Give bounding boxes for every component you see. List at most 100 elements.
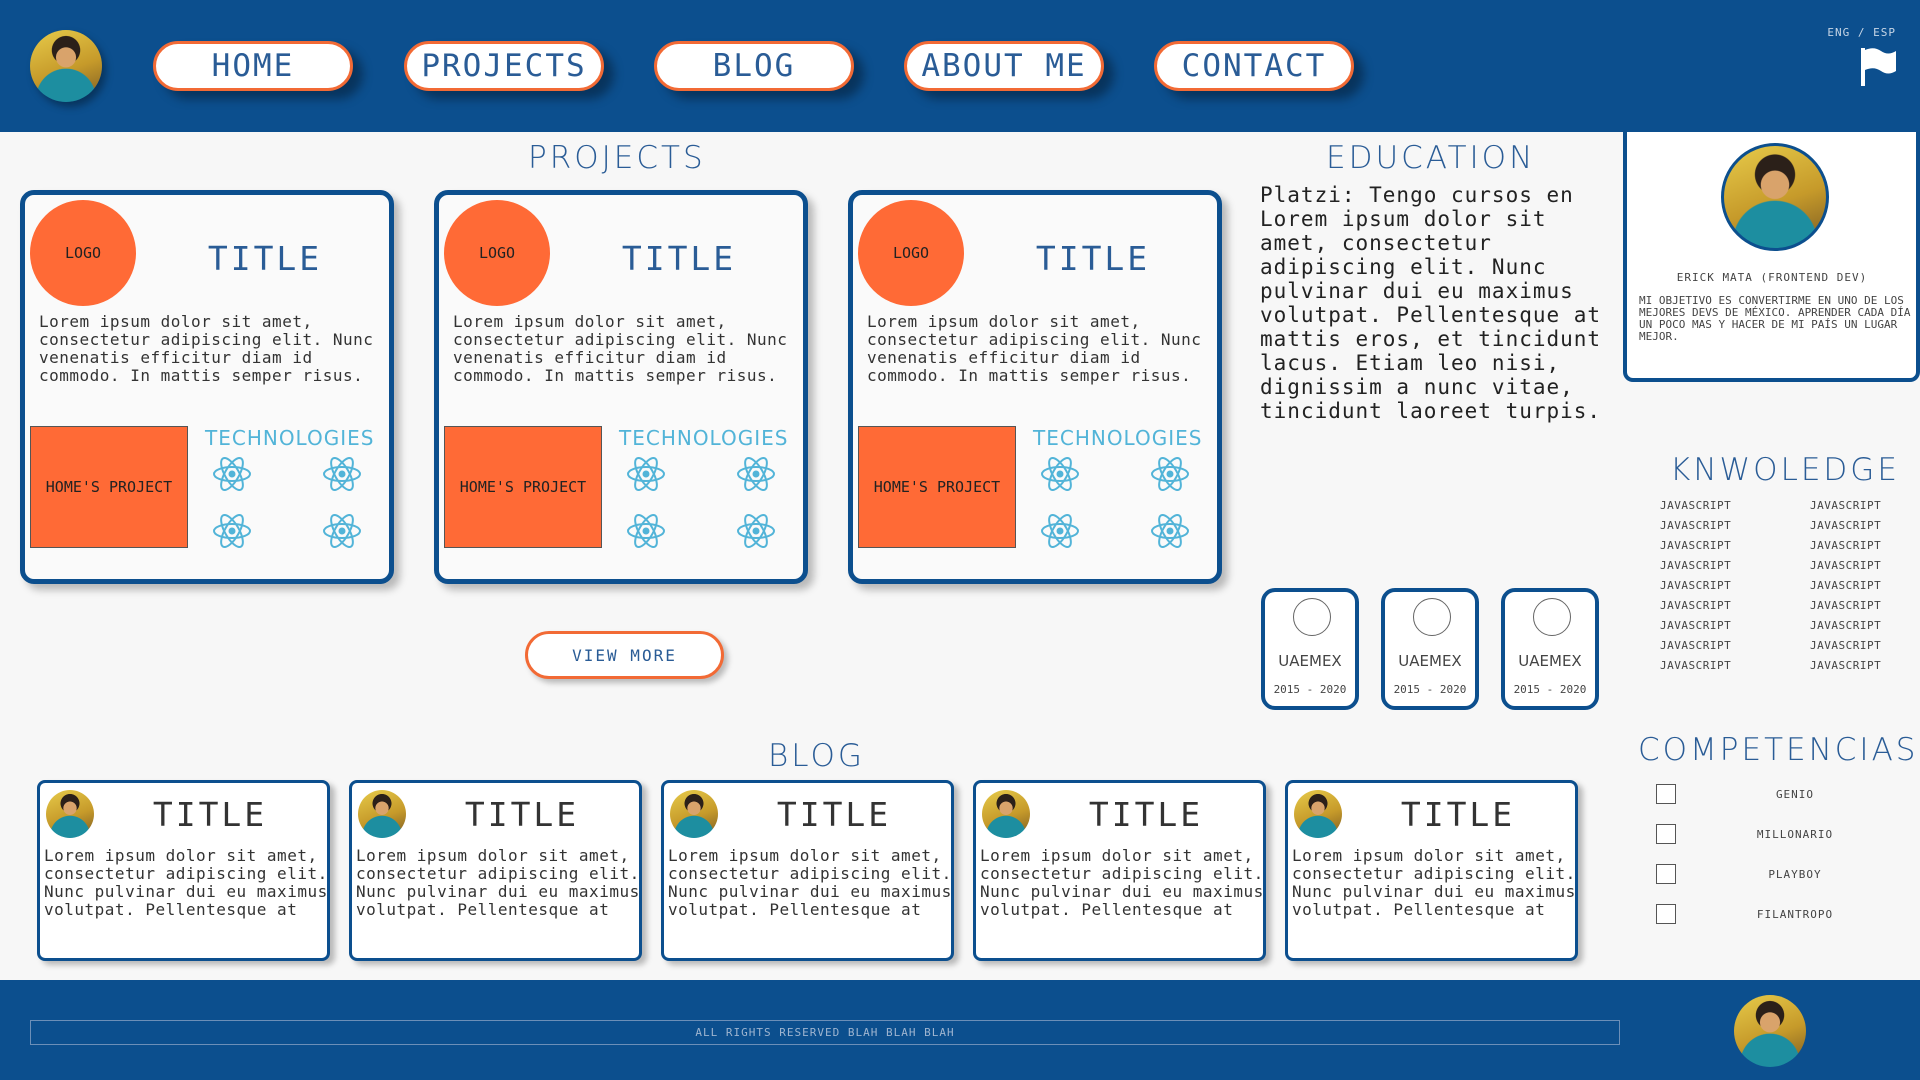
language-switch[interactable]: ENG / ESP xyxy=(1827,26,1896,39)
blog-excerpt: Lorem ipsum dolor sit amet, consectetur … xyxy=(356,846,640,919)
blog-author-avatar xyxy=(358,790,406,838)
knowledge-item: JAVASCRIPT xyxy=(1660,499,1732,512)
top-nav-bar: HOME PROJECTS BLOG ABOUT ME CONTACT ENG … xyxy=(0,0,1920,132)
education-card[interactable]: UAEMEX 2015 - 2020 xyxy=(1501,588,1599,710)
knowledge-item: JAVASCRIPT xyxy=(1660,539,1732,552)
blog-excerpt: Lorem ipsum dolor sit amet, consectetur … xyxy=(1292,846,1576,919)
education-institution: UAEMEX xyxy=(1518,652,1582,670)
education-years: 2015 - 2020 xyxy=(1513,683,1587,696)
blog-title: TITLE xyxy=(1400,795,1516,834)
footer-avatar[interactable] xyxy=(1734,995,1806,1067)
project-image[interactable]: HOME'S PROJECT xyxy=(30,426,188,548)
knowledge-item: JAVASCRIPT xyxy=(1810,579,1882,592)
blog-title: TITLE xyxy=(1088,795,1204,834)
blog-card[interactable]: TITLE Lorem ipsum dolor sit amet, consec… xyxy=(973,780,1266,961)
knowledge-item: JAVASCRIPT xyxy=(1660,659,1732,672)
education-card[interactable]: UAEMEX 2015 - 2020 xyxy=(1261,588,1359,710)
project-title: TITLE xyxy=(621,239,737,278)
education-logo-placeholder xyxy=(1413,598,1451,636)
react-icon xyxy=(1150,513,1190,549)
competencia-checkbox[interactable] xyxy=(1656,904,1676,924)
blog-card[interactable]: TITLE Lorem ipsum dolor sit amet, consec… xyxy=(349,780,642,961)
competencia-checkbox[interactable] xyxy=(1656,824,1676,844)
view-more-button[interactable]: VIEW MORE xyxy=(525,631,724,679)
react-icon xyxy=(1150,456,1190,492)
blog-excerpt: Lorem ipsum dolor sit amet, consectetur … xyxy=(668,846,952,919)
knowledge-item: JAVASCRIPT xyxy=(1810,619,1882,632)
technologies-label: TECHNOLOGIES xyxy=(619,426,789,450)
profile-name: ERICK MATA (FRONTEND DEV) xyxy=(1676,271,1868,284)
competencia-label: PLAYBOY xyxy=(1768,868,1822,881)
project-card[interactable]: LOGO TITLE Lorem ipsum dolor sit amet, c… xyxy=(20,190,394,584)
knowledge-item: JAVASCRIPT xyxy=(1660,599,1732,612)
knowledge-item: JAVASCRIPT xyxy=(1660,619,1732,632)
profile-avatar xyxy=(1721,143,1829,251)
blog-card[interactable]: TITLE Lorem ipsum dolor sit amet, consec… xyxy=(1285,780,1578,961)
education-institution: UAEMEX xyxy=(1278,652,1342,670)
knowledge-item: JAVASCRIPT xyxy=(1810,539,1882,552)
knowledge-item: JAVASCRIPT xyxy=(1660,519,1732,532)
project-description: Lorem ipsum dolor sit amet, consectetur … xyxy=(39,312,374,385)
project-logo: LOGO xyxy=(30,200,136,306)
projects-section-title: PROJECTS xyxy=(528,140,706,176)
project-image[interactable]: HOME'S PROJECT xyxy=(858,426,1016,548)
blog-card[interactable]: TITLE Lorem ipsum dolor sit amet, consec… xyxy=(37,780,330,961)
education-logo-placeholder xyxy=(1293,598,1331,636)
blog-author-avatar xyxy=(982,790,1030,838)
blog-title: TITLE xyxy=(152,795,268,834)
blog-author-avatar xyxy=(670,790,718,838)
competencia-checkbox[interactable] xyxy=(1656,784,1676,804)
education-text: Platzi: Tengo cursos en Lorem ipsum dolo… xyxy=(1260,183,1602,423)
competencias-section-title: COMPETENCIAS xyxy=(1638,732,1919,768)
knowledge-item: JAVASCRIPT xyxy=(1810,559,1882,572)
react-icon xyxy=(626,513,666,549)
blog-title: TITLE xyxy=(464,795,580,834)
education-card[interactable]: UAEMEX 2015 - 2020 xyxy=(1381,588,1479,710)
footer-copyright: ALL RIGHTS RESERVED BLAH BLAH BLAH xyxy=(30,1020,1620,1045)
react-icon xyxy=(322,456,362,492)
blog-card[interactable]: TITLE Lorem ipsum dolor sit amet, consec… xyxy=(661,780,954,961)
project-image[interactable]: HOME'S PROJECT xyxy=(444,426,602,548)
education-years: 2015 - 2020 xyxy=(1393,683,1467,696)
flag-icon[interactable] xyxy=(1858,46,1898,88)
nav-projects-button[interactable]: PROJECTS xyxy=(404,41,604,91)
react-icon xyxy=(212,513,252,549)
project-title: TITLE xyxy=(207,239,323,278)
project-card[interactable]: LOGO TITLE Lorem ipsum dolor sit amet, c… xyxy=(434,190,808,584)
nav-contact-button[interactable]: CONTACT xyxy=(1154,41,1354,91)
react-icon xyxy=(322,513,362,549)
react-icon xyxy=(1040,456,1080,492)
project-logo: LOGO xyxy=(444,200,550,306)
knowledge-item: JAVASCRIPT xyxy=(1660,639,1732,652)
react-icon xyxy=(212,456,252,492)
nav-about-button[interactable]: ABOUT ME xyxy=(904,41,1104,91)
blog-author-avatar xyxy=(1294,790,1342,838)
competencia-checkbox[interactable] xyxy=(1656,864,1676,884)
header-avatar[interactable] xyxy=(30,30,102,102)
knowledge-section-title: KNWOLEDGE xyxy=(1670,452,1900,488)
project-title: TITLE xyxy=(1035,239,1151,278)
blog-excerpt: Lorem ipsum dolor sit amet, consectetur … xyxy=(980,846,1264,919)
react-icon xyxy=(626,456,666,492)
project-card[interactable]: LOGO TITLE Lorem ipsum dolor sit amet, c… xyxy=(848,190,1222,584)
technologies-label: TECHNOLOGIES xyxy=(205,426,375,450)
competencia-label: GENIO xyxy=(1775,788,1815,801)
education-years: 2015 - 2020 xyxy=(1273,683,1347,696)
knowledge-item: JAVASCRIPT xyxy=(1660,559,1732,572)
project-logo: LOGO xyxy=(858,200,964,306)
react-icon xyxy=(1040,513,1080,549)
education-institution: UAEMEX xyxy=(1398,652,1462,670)
nav-home-button[interactable]: HOME xyxy=(153,41,353,91)
footer: ALL RIGHTS RESERVED BLAH BLAH BLAH xyxy=(0,980,1920,1080)
knowledge-item: JAVASCRIPT xyxy=(1810,659,1882,672)
competencia-label: FILANTROPO xyxy=(1756,908,1834,921)
education-section-title: EDUCATION xyxy=(1326,140,1536,176)
education-logo-placeholder xyxy=(1533,598,1571,636)
nav-blog-button[interactable]: BLOG xyxy=(654,41,854,91)
blog-title: TITLE xyxy=(776,795,892,834)
blog-section-title: BLOG xyxy=(768,738,865,774)
blog-author-avatar xyxy=(46,790,94,838)
project-description: Lorem ipsum dolor sit amet, consectetur … xyxy=(453,312,788,385)
react-icon xyxy=(736,456,776,492)
react-icon xyxy=(736,513,776,549)
